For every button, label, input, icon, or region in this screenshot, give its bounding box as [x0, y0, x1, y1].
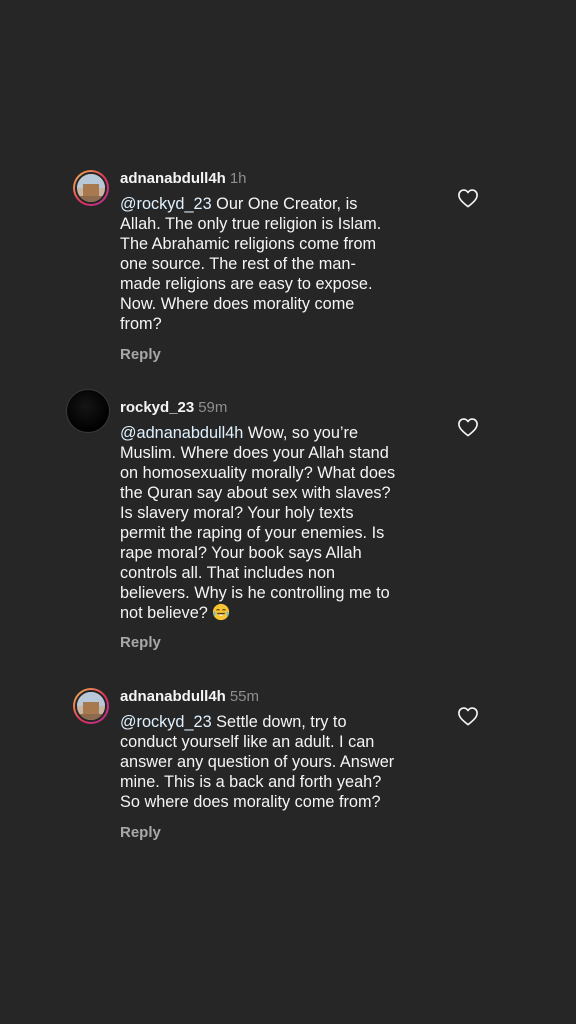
comment-line: So where does morality come from?	[120, 793, 381, 811]
comment-line: The Abrahamic religions come from	[120, 235, 377, 253]
comment-line: rape moral? Your book says Allah	[120, 544, 362, 562]
comment-line: from?	[120, 315, 162, 333]
comment-line: the Quran say about sex with slaves?	[120, 484, 391, 502]
comment-meta: adnanabdull4h 1h	[120, 170, 247, 188]
comments-screen: adnanabdull4h 1h @rockyd_23 Our One Creat…	[0, 0, 576, 1024]
comment-username[interactable]: adnanabdull4h	[120, 688, 226, 705]
comment-line: not believe?	[120, 604, 213, 622]
comment-line: Wow, so you’re	[243, 424, 358, 442]
comment-text: @rockyd_23 Settle down, try to conduct y…	[120, 712, 440, 812]
comment-line: Muslim. Where does your Allah stand	[120, 444, 389, 462]
avatar[interactable]	[66, 389, 110, 433]
mention-link[interactable]: @adnanabdull4h	[120, 424, 243, 442]
avatar[interactable]	[73, 688, 109, 724]
comment-line: made religions are easy to expose.	[120, 275, 373, 293]
comment-line: Allah. The only true religion is Islam.	[120, 215, 382, 233]
comment-line: on homosexuality morally? What does	[120, 464, 396, 482]
comment-line: answer any question of yours. Answer	[120, 753, 395, 771]
mosque-photo-icon	[75, 690, 107, 722]
comment-username[interactable]: rockyd_23	[120, 399, 194, 416]
mention-link[interactable]: @rockyd_23	[120, 713, 212, 731]
comment-line: Settle down, try to	[211, 713, 347, 731]
comment-line: believers. Why is he controlling me to	[120, 584, 390, 602]
mosque-photo-icon	[75, 172, 107, 204]
heart-outline-icon[interactable]	[457, 417, 479, 437]
reply-button[interactable]: Reply	[120, 824, 161, 841]
comment-username[interactable]: adnanabdull4h	[120, 170, 226, 187]
comment-line: Is slavery moral? Your holy texts	[120, 504, 354, 522]
comment-timestamp[interactable]: 59m	[198, 399, 227, 416]
reply-button[interactable]: Reply	[120, 346, 161, 363]
comment-line: conduct yourself like an adult. I can	[120, 733, 375, 751]
comment-line: mine. This is a back and forth yeah?	[120, 773, 382, 791]
reply-button[interactable]: Reply	[120, 634, 161, 651]
comment-text: @rockyd_23 Our One Creator, is Allah. Th…	[120, 194, 440, 334]
heart-outline-icon[interactable]	[457, 188, 479, 208]
avatar[interactable]	[73, 170, 109, 206]
comment-timestamp[interactable]: 55m	[230, 688, 259, 705]
mention-link[interactable]: @rockyd_23	[120, 195, 212, 213]
comment-line: Now. Where does morality come	[120, 295, 355, 313]
comment-line: controls all. That includes non	[120, 564, 336, 582]
comment-text: @adnanabdull4h Wow, so you’re Muslim. Wh…	[120, 423, 440, 623]
face-with-tears-of-joy-icon	[213, 603, 230, 621]
comment-line: Our One Creator, is	[211, 195, 358, 213]
heart-outline-icon[interactable]	[457, 706, 479, 726]
comment-timestamp[interactable]: 1h	[230, 170, 247, 187]
comment-line: permit the raping of your enemies. Is	[120, 524, 385, 542]
comment-line: one source. The rest of the man-	[120, 255, 356, 273]
comment-meta: rockyd_23 59m	[120, 399, 227, 417]
comment-meta: adnanabdull4h 55m	[120, 688, 259, 706]
